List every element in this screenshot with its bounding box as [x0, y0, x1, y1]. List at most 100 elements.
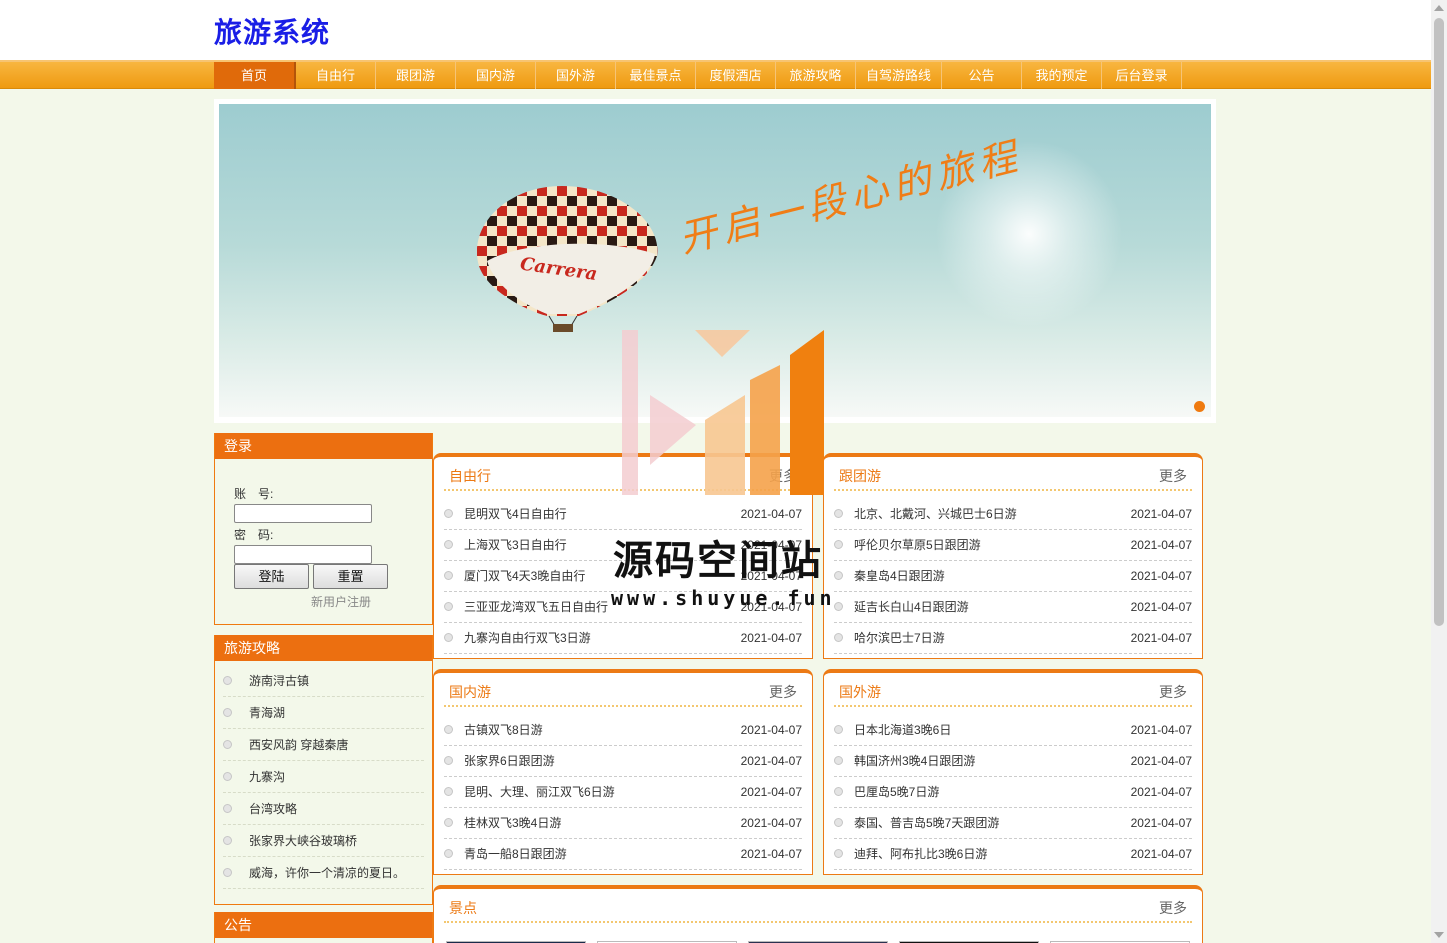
guide-link[interactable]: 青海湖 [249, 706, 285, 720]
guide-link[interactable]: 威海，许你一个清凉的夏日。 [249, 866, 405, 880]
list-item[interactable]: 迪拜、阿布扎比3晚6日游 2021-04-07 [834, 839, 1192, 870]
register-link[interactable]: 新用户注册 [311, 593, 371, 610]
item-date: 2021-04-07 [740, 754, 802, 768]
list-item[interactable]: 日本北海道3晚6日 2021-04-07 [834, 715, 1192, 746]
nav-item[interactable]: 国内游 [456, 62, 536, 89]
nav-item[interactable]: 自由行 [296, 62, 376, 89]
list-item[interactable]: 九寨沟自由行双飞3日游 2021-04-07 [444, 623, 802, 654]
item-link[interactable]: 日本北海道3晚6日 [854, 723, 951, 737]
item-link[interactable]: 张家界6日跟团游 [464, 754, 555, 768]
watermark-name: 源码空间站 [613, 538, 823, 584]
bullet-icon [444, 756, 453, 765]
item-link[interactable]: 迪拜、阿布扎比3晚6日游 [854, 847, 987, 861]
guide-list-item[interactable]: 张家界大峡谷玻璃桥 [223, 825, 424, 857]
more-link[interactable]: 更多 [769, 682, 797, 702]
item-link[interactable]: 桂林双飞3晚4日游 [464, 816, 561, 830]
guide-list-item[interactable]: 游南浔古镇 [223, 665, 424, 697]
item-link[interactable]: 呼伦贝尔草原5日跟团游 [854, 538, 981, 552]
nav-item[interactable]: 自驾游路线 [856, 62, 942, 89]
login-title: 登录 [215, 433, 432, 459]
nav-item[interactable]: 公告 [942, 62, 1022, 89]
nav-item[interactable]: 国外游 [536, 62, 616, 89]
password-input[interactable] [234, 545, 372, 564]
item-link[interactable]: 巴厘岛5晚7日游 [854, 785, 939, 799]
scroll-down-icon[interactable] [1434, 932, 1444, 938]
item-link[interactable]: 泰国、普吉岛5晚7天跟团游 [854, 816, 999, 830]
bullet-icon [834, 756, 843, 765]
list-item[interactable]: 巴厘岛5晚7日游 2021-04-07 [834, 777, 1192, 808]
item-link[interactable]: 昆明双飞4日自由行 [464, 507, 567, 521]
list-item[interactable]: 昆明双飞4日自由行 2021-04-07 [444, 499, 802, 530]
guide-link[interactable]: 九寨沟 [249, 770, 285, 784]
guide-link[interactable]: 台湾攻略 [249, 802, 297, 816]
list-item[interactable]: 呼伦贝尔草原5日跟团游 2021-04-07 [834, 530, 1192, 561]
item-link[interactable]: 韩国济州3晚4日跟团游 [854, 754, 975, 768]
item-link[interactable]: 昆明、大理、丽江双飞6日游 [464, 785, 615, 799]
item-link[interactable]: 古镇双飞8日游 [464, 723, 543, 737]
item-link[interactable]: 秦皇岛4日跟团游 [854, 569, 945, 583]
item-link[interactable]: 延吉长白山4日跟团游 [854, 600, 969, 614]
list-item[interactable]: 哈尔滨巴士7日游 2021-04-07 [834, 623, 1192, 654]
bullet-icon [444, 787, 453, 796]
bullet-icon [834, 725, 843, 734]
item-link[interactable]: 哈尔滨巴士7日游 [854, 631, 945, 645]
scroll-thumb[interactable] [1434, 18, 1444, 626]
scroll-up-icon[interactable] [1434, 5, 1444, 11]
login-button[interactable]: 登陆 [234, 564, 309, 589]
list-item[interactable]: 昆明、大理、丽江双飞6日游 2021-04-07 [444, 777, 802, 808]
notice-box: 公告 [214, 912, 433, 943]
reset-button[interactable]: 重置 [313, 564, 388, 589]
nav-item[interactable]: 后台登录 [1102, 62, 1182, 89]
list-item[interactable]: 北京、北戴河、兴城巴士6日游 2021-04-07 [834, 499, 1192, 530]
carousel-dot[interactable] [1194, 401, 1205, 412]
guide-link[interactable]: 西安风韵 穿越秦唐 [249, 738, 348, 752]
login-box: 登录 账 号: 密 码: 登陆 重置 新用户注册 [214, 433, 433, 625]
more-link[interactable]: 更多 [1159, 898, 1187, 918]
guide-link[interactable]: 张家界大峡谷玻璃桥 [249, 834, 357, 848]
guide-list-item[interactable]: 威海，许你一个清凉的夏日。 [223, 857, 424, 889]
account-input[interactable] [234, 504, 372, 523]
list-item[interactable]: 韩国济州3晚4日跟团游 2021-04-07 [834, 746, 1192, 777]
more-link[interactable]: 更多 [1159, 682, 1187, 702]
list-item[interactable]: 泰国、普吉岛5晚7天跟团游 2021-04-07 [834, 808, 1192, 839]
item-link[interactable]: 北京、北戴河、兴城巴士6日游 [854, 507, 1017, 521]
bullet-icon [444, 633, 453, 642]
bullet-icon [223, 739, 232, 749]
item-link[interactable]: 九寨沟自由行双飞3日游 [464, 631, 591, 645]
list-item[interactable]: 桂林双飞3晚4日游 2021-04-07 [444, 808, 802, 839]
bullet-icon [444, 818, 453, 827]
list-item[interactable]: 张家界6日跟团游 2021-04-07 [444, 746, 802, 777]
overseas-panel: 国外游 更多 日本北海道3晚6日 2021-04-07 韩国济州3晚4日跟团游 2021-… [823, 669, 1203, 875]
more-link[interactable]: 更多 [769, 466, 797, 486]
domestic-panel: 国内游 更多 古镇双飞8日游 2021-04-07 张家界6日跟团游 2021-04-07… [433, 669, 813, 875]
page-scrollbar[interactable] [1431, 0, 1447, 943]
guide-list-item[interactable]: 九寨沟 [223, 761, 424, 793]
more-link[interactable]: 更多 [1159, 466, 1187, 486]
banner-image[interactable]: Carrera 开启一段心的旅程 [219, 104, 1211, 417]
guide-list-item[interactable]: 台湾攻略 [223, 793, 424, 825]
item-link[interactable]: 厦门双飞4天3晚自由行 [464, 569, 585, 583]
nav-item[interactable]: 旅游攻略 [776, 62, 856, 89]
item-link[interactable]: 上海双飞3日自由行 [464, 538, 567, 552]
item-link[interactable]: 青岛一船8日跟团游 [464, 847, 567, 861]
item-date: 2021-04-07 [1130, 600, 1192, 614]
item-date: 2021-04-07 [1130, 816, 1192, 830]
nav-item[interactable]: 首页 [214, 62, 296, 89]
guide-list-item[interactable]: 西安风韵 穿越秦唐 [223, 729, 424, 761]
bullet-icon [834, 540, 843, 549]
site-title[interactable]: 旅游系统 [214, 11, 330, 51]
bullet-icon [834, 571, 843, 580]
nav-item[interactable]: 我的预定 [1022, 62, 1102, 89]
nav-item[interactable]: 最佳景点 [616, 62, 696, 89]
guide-list-item[interactable]: 青海湖 [223, 697, 424, 729]
list-item[interactable]: 古镇双飞8日游 2021-04-07 [444, 715, 802, 746]
guide-link[interactable]: 游南浔古镇 [249, 674, 309, 688]
list-item[interactable]: 秦皇岛4日跟团游 2021-04-07 [834, 561, 1192, 592]
list-item[interactable]: 延吉长白山4日跟团游 2021-04-07 [834, 592, 1192, 623]
nav-item[interactable]: 度假酒店 [696, 62, 776, 89]
item-link[interactable]: 三亚亚龙湾双飞五日自由行 [464, 600, 608, 614]
nav-item[interactable]: 跟团游 [376, 62, 456, 89]
item-date: 2021-04-07 [1130, 631, 1192, 645]
list-item[interactable]: 青岛一船8日跟团游 2021-04-07 [444, 839, 802, 870]
bullet-icon [444, 540, 453, 549]
